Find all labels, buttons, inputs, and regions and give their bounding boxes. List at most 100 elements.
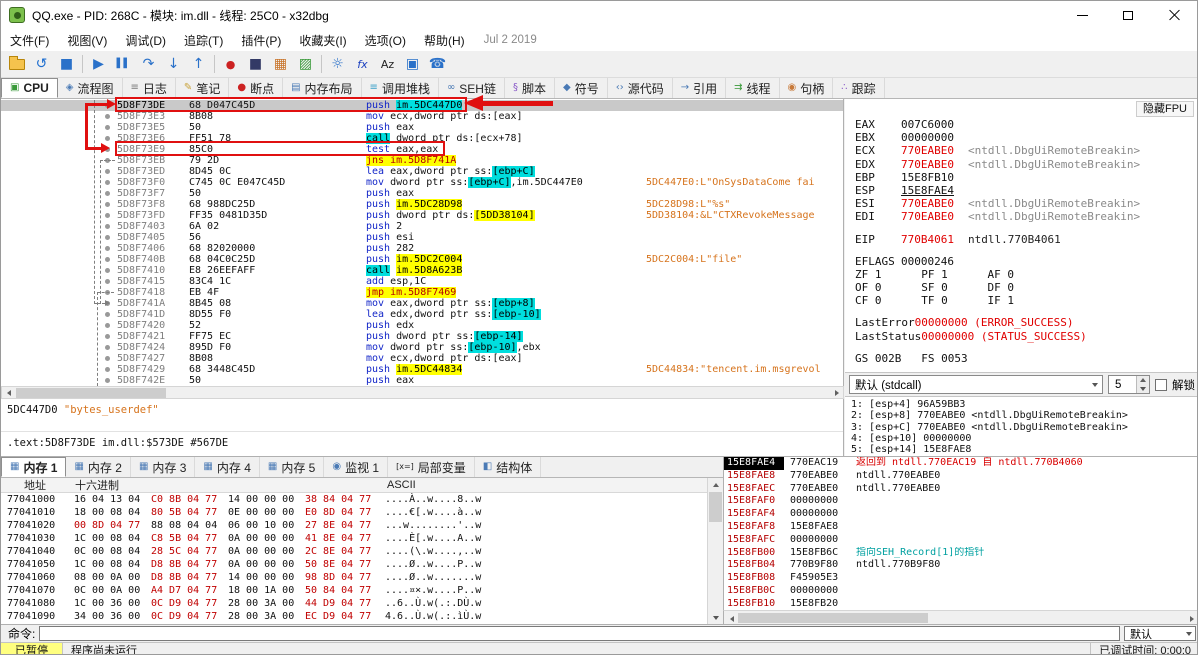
- bottom-tab-memory-2[interactable]: ▦ 内存 2: [66, 457, 131, 477]
- stack-args-pane[interactable]: 1: [esp+4] 96A59BB3 2: [esp+8] 770EABE0 <…: [845, 397, 1197, 456]
- register-row[interactable]: EDI 770EABE0 <ntdll.DbgUiRemoteBreakin>: [855, 210, 1197, 223]
- stack-row[interactable]: 15E8FAF8 15E8FAE8: [724, 521, 1197, 534]
- disasm-row[interactable]: 5D8F7405 56 push esi: [1, 232, 843, 243]
- register-row[interactable]: ESI 770EABE0 <ntdll.DbgUiRemoteBreakin>: [855, 197, 1197, 210]
- tab-memory-map[interactable]: ▤ 内存布局: [283, 78, 362, 98]
- run-button[interactable]: ▶: [86, 52, 111, 76]
- functions-button[interactable]: fx: [350, 52, 375, 76]
- breakpoint-dot[interactable]: [105, 279, 110, 284]
- settings-button[interactable]: ☼: [325, 52, 350, 76]
- bottom-tab-memory-1[interactable]: ▦ 内存 1: [1, 457, 67, 477]
- stack-row[interactable]: 15E8FAE4 770EAC19 返回到 ntdll.770EAC19 自 ntd…: [724, 457, 1197, 470]
- memory-map-button[interactable]: ▦: [268, 52, 293, 76]
- dump-row[interactable]: 77041000 16 04 13 04 C0 8B 04 77 14 00 00 0…: [1, 493, 707, 506]
- tab-log[interactable]: ≡ 日志: [123, 78, 176, 98]
- scroll-down-arrow[interactable]: [708, 611, 723, 624]
- register-row[interactable]: EBP 15E8FB10: [855, 171, 1197, 184]
- disasm-row[interactable]: 5D8F7429 68 3448C45D push im.5DC44834 5DC44…: [1, 364, 843, 375]
- breakpoints-button[interactable]: ●: [218, 52, 243, 76]
- pause-button[interactable]: ▌▌: [111, 52, 136, 76]
- stack-row[interactable]: 15E8FAF4 00000000: [724, 508, 1197, 521]
- tab-symbols[interactable]: ◆ 符号: [555, 78, 608, 98]
- bottom-tab-watch-1[interactable]: ◉ 监视 1: [324, 457, 389, 477]
- stack-row[interactable]: 15E8FAF0 00000000: [724, 495, 1197, 508]
- stack-row[interactable]: 15E8FB04 770B9F80 ntdll.770B9F80: [724, 559, 1197, 572]
- dump-row[interactable]: 77041060 08 00 0A 00 D8 8B 04 77 14 00 00 0…: [1, 571, 707, 584]
- tab-cpu[interactable]: ▣ CPU: [1, 78, 58, 98]
- command-syntax-select[interactable]: 默认: [1124, 626, 1196, 641]
- dump-row[interactable]: 77041020 00 8D 04 77 88 08 04 04 06 00 10 0…: [1, 519, 707, 532]
- menu-file[interactable]: 文件(F): [1, 29, 58, 52]
- tab-references[interactable]: → 引用: [673, 78, 727, 98]
- dump-row[interactable]: 77041050 1C 00 08 04 D8 8B 04 77 0A 00 00 0…: [1, 558, 707, 571]
- patch-button[interactable]: ▨: [293, 52, 318, 76]
- register-value[interactable]: 00000000 (ERROR_SUCCESS): [915, 316, 1074, 329]
- stack-arg-row[interactable]: 3: [esp+C] 770EABE0 <ntdll.DbgUiRemoteBr…: [851, 422, 1197, 433]
- close-button[interactable]: [1151, 1, 1197, 29]
- register-row[interactable]: LastStatus00000000 (STATUS_SUCCESS): [855, 330, 1197, 343]
- stack-arg-row[interactable]: 2: [esp+8] 770EABE0 <ntdll.DbgUiRemoteBr…: [851, 410, 1197, 421]
- disasm-row[interactable]: 5D8F7418 EB 4F jmp im.5D8F7469: [1, 287, 843, 298]
- disasm-row[interactable]: 5D8F73E5 50 push eax: [1, 122, 843, 133]
- tab-handles[interactable]: ◉ 句柄: [780, 78, 834, 98]
- disasm-row[interactable]: 5D8F7420 52 push edx: [1, 320, 843, 331]
- scroll-right-arrow[interactable]: [1185, 613, 1197, 624]
- breakpoint-dot[interactable]: [105, 191, 110, 196]
- disasm-row[interactable]: 5D8F741A 8B45 08 mov eax,dword ptr ss:[ebp…: [1, 298, 843, 309]
- maximize-button[interactable]: [1105, 1, 1151, 29]
- breakpoint-dot[interactable]: [105, 378, 110, 383]
- breakpoint-dot[interactable]: [105, 345, 110, 350]
- scrollbar-thumb[interactable]: [709, 492, 722, 522]
- breakpoint-dot[interactable]: [105, 114, 110, 119]
- bottom-tab-locals[interactable]: [x=] 局部变量: [388, 457, 475, 477]
- tab-graph[interactable]: ◈ 流程图: [58, 78, 123, 98]
- bottom-tab-memory-5[interactable]: ▦ 内存 5: [260, 457, 325, 477]
- breakpoint-dot[interactable]: [105, 246, 110, 251]
- calling-convention-select[interactable]: 默认 (stdcall): [849, 375, 1103, 394]
- arg-count-stepper[interactable]: 5: [1108, 375, 1150, 394]
- scroll-left-arrow[interactable]: [725, 613, 738, 624]
- disasm-row[interactable]: 5D8F7415 83C4 1C add esp,1C: [1, 276, 843, 287]
- stack-hscrollbar[interactable]: [723, 610, 1197, 624]
- register-value[interactable]: 770B4061: [901, 233, 954, 246]
- register-row[interactable]: ESP 15E8FAE4: [855, 184, 1197, 197]
- menu-options[interactable]: 选项(O): [356, 29, 415, 52]
- dump-pane[interactable]: 地址 十六进制 ASCII 77041000 16 04 13 04 C0 8B 0…: [1, 478, 707, 624]
- tab-notes[interactable]: ✎ 笔记: [176, 78, 230, 98]
- breakpoint-dot[interactable]: [105, 224, 110, 229]
- disasm-row[interactable]: 5D8F7427 8B08 mov ecx,dword ptr ds:[eax]: [1, 353, 843, 364]
- scrollbar-thumb[interactable]: [16, 388, 166, 398]
- register-row[interactable]: EAX 007C6000: [855, 118, 1197, 131]
- stack-row[interactable]: 15E8FB08 F45905E3: [724, 572, 1197, 585]
- open-file-button[interactable]: [4, 52, 29, 76]
- disasm-row[interactable]: 5D8F7421 FF75 EC push dword ptr ss:[ebp-14…: [1, 331, 843, 342]
- stack-row[interactable]: 15E8FB00 15E8FB6C 指向SEH_Record[1]的指针: [724, 547, 1197, 560]
- menu-favourites[interactable]: 收藏夹(I): [290, 29, 355, 52]
- command-input[interactable]: [39, 626, 1120, 641]
- stepper-down-button[interactable]: [1137, 384, 1149, 393]
- stack-row[interactable]: 15E8FAEC 770EABE0 ntdll.770EABE0: [724, 483, 1197, 496]
- breakpoint-dot[interactable]: [105, 235, 110, 240]
- disasm-hscrollbar[interactable]: [1, 386, 844, 399]
- trace-button[interactable]: ■: [243, 52, 268, 76]
- stack-row[interactable]: 15E8FB10 15E8FB20: [724, 598, 1197, 610]
- registers-pane[interactable]: 隐藏FPU EAX 007C6000 EBX 00000000 ECX 770EABE0 <…: [845, 99, 1197, 372]
- disasm-row[interactable]: 5D8F73F8 68 988DC25D push im.5DC28D98 5DC28…: [1, 199, 843, 210]
- register-value[interactable]: 007C6000: [901, 118, 954, 131]
- register-row[interactable]: ECX 770EABE0 <ntdll.DbgUiRemoteBreakin>: [855, 144, 1197, 157]
- tab-threads[interactable]: ⇉ 线程: [726, 78, 780, 98]
- disasm-row[interactable]: 5D8F73E3 8B08 mov ecx,dword ptr ds:[eax]: [1, 111, 843, 122]
- menu-help[interactable]: 帮助(H): [415, 29, 474, 52]
- menu-plugins[interactable]: 插件(P): [232, 29, 290, 52]
- disasm-row[interactable]: 5D8F73FD FF35 0481D35D push dword ptr ds:[…: [1, 210, 843, 221]
- breakpoint-dot[interactable]: [105, 312, 110, 317]
- register-value[interactable]: 00000000: [901, 131, 954, 144]
- disasm-row[interactable]: 5D8F7410 E8 26EEFAFF call im.5D8A623B: [1, 265, 843, 276]
- chip-button[interactable]: ▣: [400, 52, 425, 76]
- disasm-row[interactable]: 5D8F742E 50 push eax: [1, 375, 843, 386]
- register-row[interactable]: EIP 770B4061 ntdll.770B4061: [855, 233, 1197, 246]
- disasm-row[interactable]: 5D8F741D 8D55 F0 lea edx,dword ptr ss:[ebp…: [1, 309, 843, 320]
- minimize-button[interactable]: [1059, 1, 1105, 29]
- stack-arg-row[interactable]: 1: [esp+4] 96A59BB3: [851, 399, 1197, 410]
- register-row[interactable]: EFLAGS 00000246: [855, 255, 1197, 268]
